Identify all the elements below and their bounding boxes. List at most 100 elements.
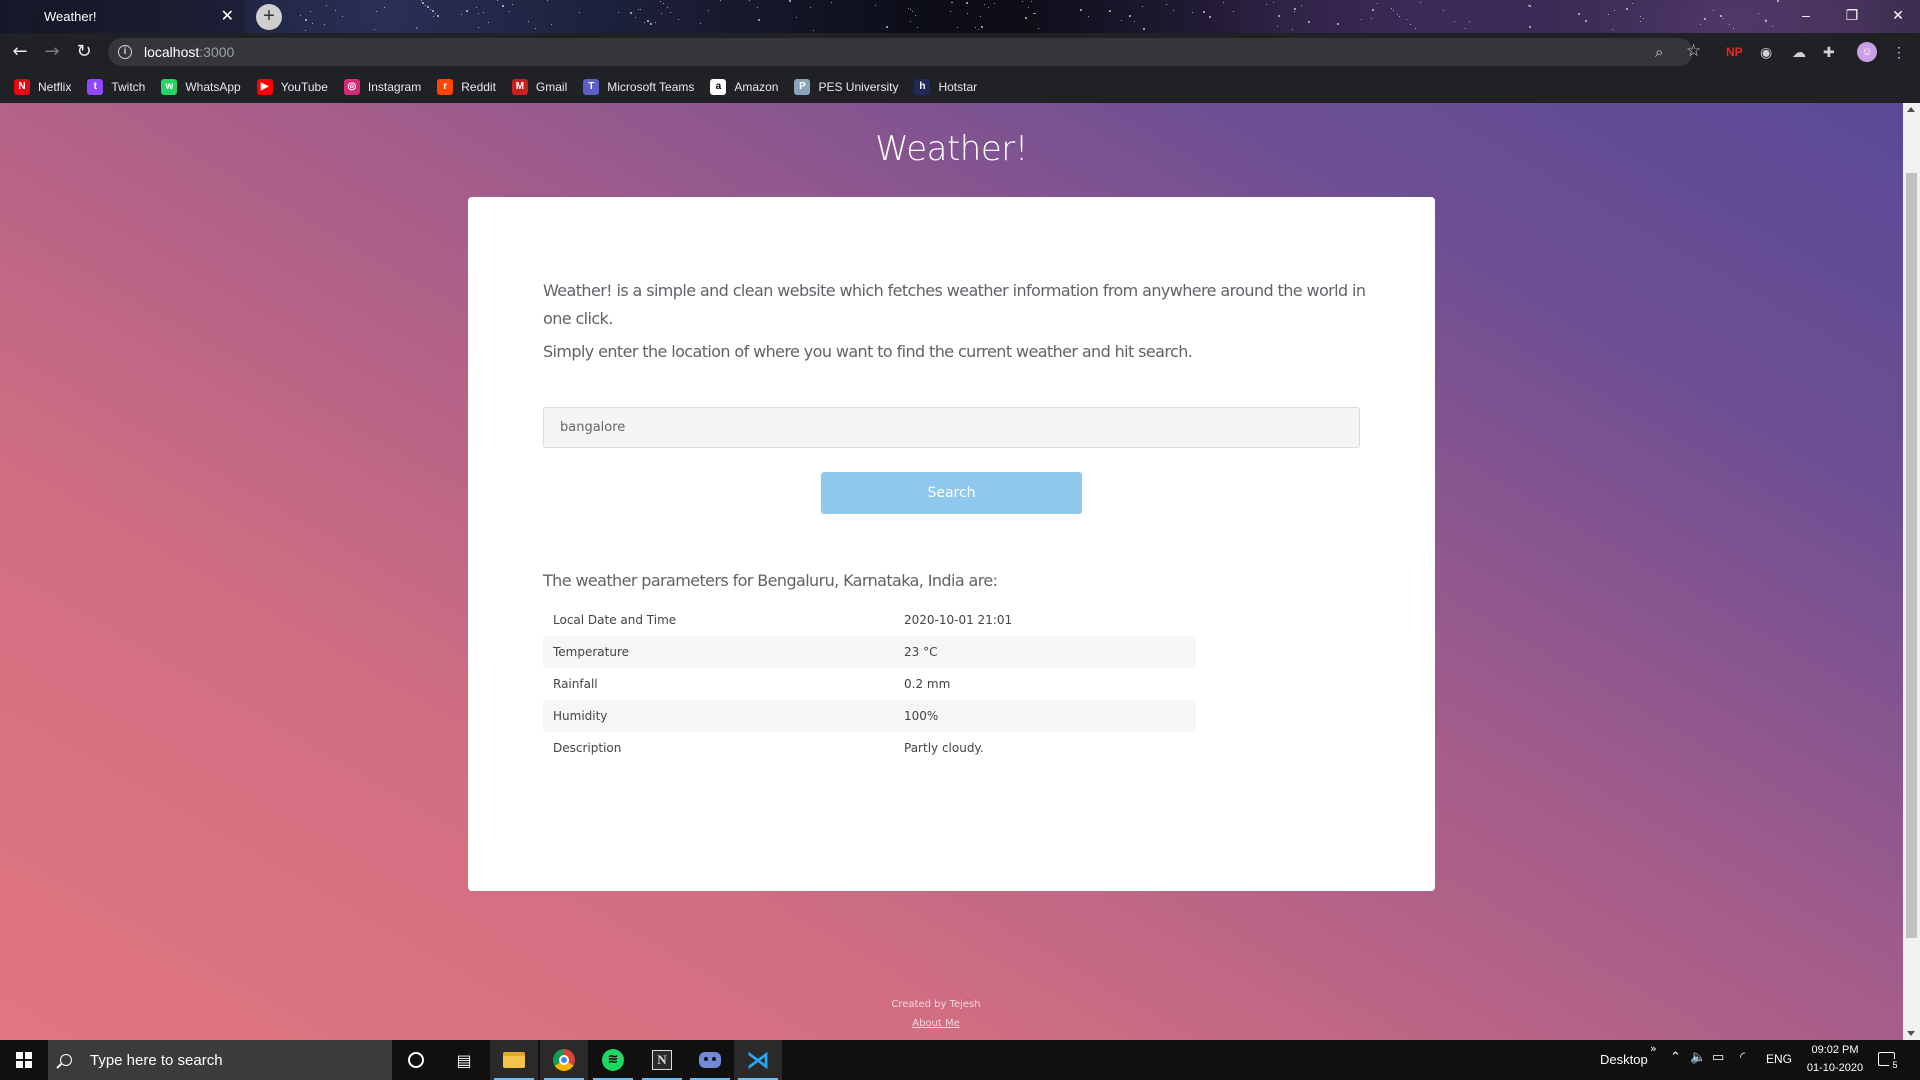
tab-close-icon[interactable]: ✕ <box>221 6 234 25</box>
reddit-icon: r <box>437 79 454 95</box>
site-info-icon[interactable]: i <box>118 45 132 59</box>
volume-icon[interactable]: 🔈 <box>1690 1050 1706 1065</box>
star <box>875 5 876 6</box>
star <box>952 2 953 3</box>
reload-icon[interactable]: ↻ <box>72 41 96 63</box>
star <box>488 22 489 23</box>
star <box>1772 26 1773 27</box>
star <box>1529 26 1531 28</box>
bookmark-youtube[interactable]: ▶ YouTube <box>256 79 328 95</box>
address-bar[interactable]: i localhost:3000 ⌕ ☆ <box>108 38 1701 66</box>
star <box>1223 2 1224 3</box>
table-row: Temperature 23 °C <box>543 636 1196 668</box>
minimize-window-button[interactable]: – <box>1784 0 1828 33</box>
star <box>1729 24 1730 25</box>
chrome-app[interactable] <box>540 1040 588 1080</box>
star <box>720 0 721 1</box>
extension-cloud-icon[interactable]: ☁ <box>1792 42 1806 62</box>
about-me-link[interactable]: About Me <box>912 1018 960 1029</box>
star <box>1626 8 1628 10</box>
forward-arrow-icon[interactable]: → <box>40 41 64 63</box>
star <box>1372 9 1374 11</box>
star <box>1109 10 1111 12</box>
parameter-value: 100% <box>894 700 1196 732</box>
clock-date[interactable]: 01-10-2020 <box>1800 1062 1870 1074</box>
star <box>1308 21 1310 23</box>
extension-np-icon[interactable]: NP <box>1726 42 1743 62</box>
language-indicator[interactable]: ENG <box>1766 1052 1792 1066</box>
star <box>476 7 477 8</box>
taskbar-search-box[interactable]: Type here to search <box>48 1040 392 1080</box>
star <box>300 15 301 16</box>
star <box>384 7 385 8</box>
page-scrollbar[interactable] <box>1903 103 1920 1040</box>
back-arrow-icon[interactable]: ← <box>8 41 32 63</box>
new-tab-button[interactable]: + <box>256 4 282 30</box>
cortana-button[interactable] <box>392 1040 440 1080</box>
whatsapp-icon: w <box>161 79 178 95</box>
bookmark-whatsapp[interactable]: w WhatsApp <box>161 79 241 95</box>
vscode-app[interactable]: ⋊ <box>734 1040 782 1080</box>
chrome-icon <box>553 1049 575 1071</box>
star <box>650 23 652 25</box>
battery-icon[interactable]: ▭ <box>1712 1050 1724 1065</box>
browser-tab-weather[interactable]: Weather! ✕ <box>32 0 244 33</box>
scrollbar-thumb[interactable] <box>1906 173 1917 938</box>
notion-app[interactable]: N <box>638 1040 686 1080</box>
chrome-menu-icon[interactable]: ⋮ <box>1892 42 1906 62</box>
star <box>433 16 434 17</box>
star <box>667 7 668 8</box>
footer-about-container: About Me <box>0 1018 1872 1029</box>
wifi-icon[interactable]: ◜ <box>1740 1050 1745 1065</box>
bookmark-amazon[interactable]: a Amazon <box>710 79 778 95</box>
scroll-down-arrow-icon[interactable] <box>1907 1031 1915 1036</box>
extensions-puzzle-icon[interactable]: ✚ <box>1823 42 1835 62</box>
star <box>1203 11 1205 13</box>
search-button[interactable]: Search <box>821 472 1082 514</box>
bookmark-pes-university[interactable]: P PES University <box>794 79 898 95</box>
bookmark-star-icon[interactable]: ☆ <box>1686 41 1701 61</box>
star <box>910 21 911 22</box>
desktop-toolbar-label[interactable]: Desktop <box>1600 1052 1648 1067</box>
discord-app[interactable] <box>686 1040 734 1080</box>
scroll-up-arrow-icon[interactable] <box>1907 107 1915 112</box>
results-heading: The weather parameters for Bengaluru, Ka… <box>543 571 998 590</box>
star <box>1614 10 1615 11</box>
main-card: Weather! is a simple and clean website w… <box>468 197 1435 891</box>
task-view-button[interactable]: ▤ <box>440 1040 488 1080</box>
star <box>1632 3 1633 4</box>
star <box>1443 10 1444 11</box>
start-button[interactable] <box>0 1040 48 1080</box>
location-search-input[interactable] <box>543 407 1360 448</box>
bookmark-instagram[interactable]: ◎ Instagram <box>343 79 421 95</box>
star <box>1121 20 1122 21</box>
profile-avatar[interactable]: ☺ <box>1857 42 1877 62</box>
star <box>535 28 536 29</box>
bookmark-twitch[interactable]: t Twitch <box>87 79 145 95</box>
spotify-app[interactable]: ≋ <box>589 1040 637 1080</box>
discord-icon <box>699 1052 721 1068</box>
bookmarks-bar: N Netflix t Twitch w WhatsApp ▶ YouTube ◎ Instagr… <box>0 71 1920 103</box>
star <box>988 7 989 8</box>
show-hidden-icons-icon[interactable]: ⌃ <box>1670 1050 1681 1065</box>
star <box>335 10 336 11</box>
bookmark-hotstar[interactable]: h Hotstar <box>914 79 977 95</box>
close-window-button[interactable]: ✕ <box>1876 0 1920 33</box>
star <box>1209 16 1211 18</box>
star <box>1080 9 1082 11</box>
bookmark-netflix[interactable]: N Netflix <box>14 79 71 95</box>
zoom-search-icon[interactable]: ⌕ <box>1655 43 1663 61</box>
toolbar-expand-chevron[interactable]: » <box>1650 1042 1657 1055</box>
star <box>917 27 918 28</box>
file-explorer-app[interactable] <box>490 1040 538 1080</box>
bookmark-microsoft-teams[interactable]: T Microsoft Teams <box>583 79 694 95</box>
action-center-button[interactable]: 5 <box>1878 1050 1901 1071</box>
parameter-label: Description <box>553 741 622 755</box>
star <box>1038 28 1039 29</box>
clock-time[interactable]: 09:02 PM <box>1800 1044 1870 1056</box>
extension-circle-icon[interactable]: ◉ <box>1760 42 1772 62</box>
bookmark-label: WhatsApp <box>185 80 241 94</box>
maximize-window-button[interactable]: ❐ <box>1830 0 1874 33</box>
bookmark-gmail[interactable]: M Gmail <box>511 79 567 95</box>
bookmark-reddit[interactable]: r Reddit <box>437 79 496 95</box>
